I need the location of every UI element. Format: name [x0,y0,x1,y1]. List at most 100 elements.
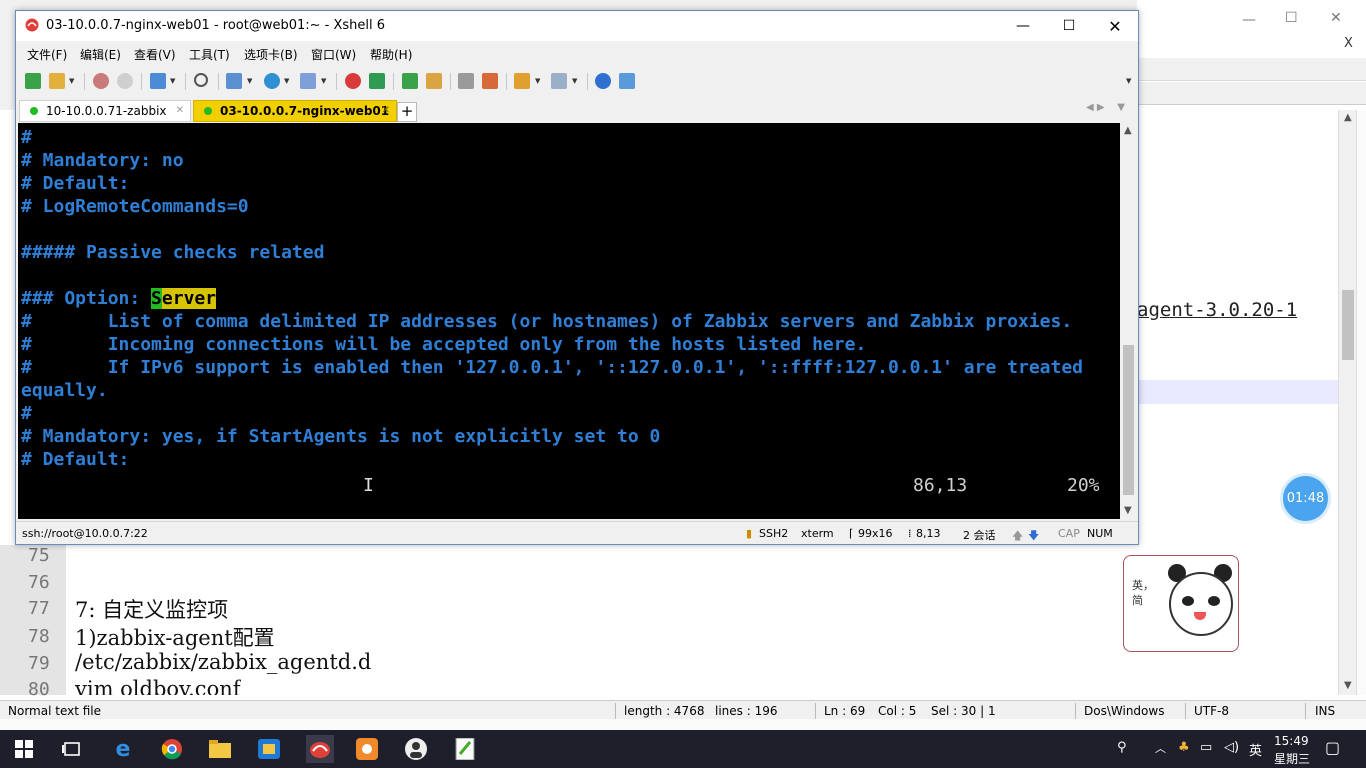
window-layout-icon[interactable] [551,73,567,89]
scroll-up-icon[interactable]: ▲ [1344,112,1352,123]
bg-line-gutter: 75 76 77 78 79 80 [0,545,66,700]
menu-view[interactable]: 查看(V) [134,46,176,63]
bg-agent-link-text: agent-3.0.20-1 [1137,299,1298,321]
open-folder-icon[interactable] [49,73,65,89]
layout-icon[interactable] [226,73,242,89]
chevron-down-icon[interactable]: ▼ [170,77,175,85]
keyboard-icon[interactable] [458,73,474,89]
app-orange-icon[interactable] [355,738,379,760]
windows-taskbar: e ⚲ ︿ ♣ ▭ ◁) 英 ▢ [0,730,1366,768]
chrome-icon[interactable] [160,738,184,760]
terminal-scrollbar[interactable]: ▲ ▼ [1120,123,1137,519]
app-blue-folder-icon[interactable] [257,738,281,760]
chevron-down-icon[interactable]: ▼ [69,77,74,85]
chevron-down-icon[interactable]: ▼ [572,77,577,85]
fullscreen-icon[interactable] [402,73,418,89]
notification-icon[interactable]: ▢ [1325,738,1340,757]
line-number: 77 [28,598,50,619]
close-button[interactable]: ✕ [1092,11,1138,41]
toolbar-separator [336,73,337,90]
status-protocol: SSH2 [759,527,789,540]
bg-doc-close-icon[interactable]: X [1344,36,1353,51]
xshell-icon[interactable] [345,73,361,89]
xshell-taskbar-icon[interactable] [306,735,334,763]
properties-icon[interactable] [150,73,166,89]
reconnect-icon[interactable] [117,73,133,89]
scroll-down-icon[interactable]: ▼ [1344,680,1352,691]
globe-icon[interactable] [264,73,280,89]
panda-eye [1208,596,1220,606]
status-separator [615,703,616,719]
menu-window[interactable]: 窗口(W) [311,46,356,63]
menu-file[interactable]: 文件(F) [27,46,67,63]
bg-minimize-button[interactable]: — [1242,12,1256,28]
scroll-up-icon[interactable]: ▲ [1124,125,1132,136]
disconnect-icon[interactable] [93,73,109,89]
panda-ime-sticker[interactable]: 英，简 [1123,555,1239,652]
bg-current-line-highlight [1137,380,1338,404]
chat-icon[interactable] [619,73,635,89]
scroll-down-icon[interactable]: ▼ [1124,505,1132,516]
status-cap: CAP [1058,527,1080,540]
font-icon[interactable] [300,73,316,89]
task-view-icon[interactable] [60,738,84,760]
ime-indicator[interactable]: 英 [1249,740,1262,759]
notepad-plus-plus-icon[interactable] [453,738,477,760]
terminal-screen[interactable]: # # Mandatory: no # Default: # LogRemote… [18,123,1120,519]
bg-vertical-scrollbar[interactable]: ▲ ▼ [1338,110,1357,695]
edge-browser-icon[interactable]: e [111,737,135,762]
bg-scroll-thumb[interactable] [1342,290,1354,360]
close-icon[interactable]: ✕ [176,105,184,116]
tab-nginx-web01-session[interactable]: 03-10.0.0.7-nginx-web01 ✕ [193,100,397,122]
tab-scroll-arrows[interactable]: ◀ ▶ ▼ [1086,102,1125,113]
people-icon[interactable]: ⚲ [1117,740,1127,755]
tab-zabbix-session[interactable]: 10-10.0.0.71-zabbix ✕ [19,100,191,122]
clock-time[interactable]: 15:49 [1274,734,1309,748]
terminal-line: # List of comma delimited IP addresses (… [21,311,1073,332]
xshell-title-bar[interactable]: 03-10.0.0.7-nginx-web01 - root@web01:~ -… [16,11,1138,41]
network-icon[interactable]: ▭ [1200,740,1212,755]
volume-icon[interactable]: ◁) [1224,740,1239,755]
maximize-button[interactable]: ☐ [1046,11,1092,41]
code-line: 1)zabbix-agent配置 [75,626,275,650]
chevron-down-icon[interactable]: ▼ [321,77,326,85]
chevron-down-icon[interactable]: ▼ [1126,77,1131,85]
status-connection: ssh://root@10.0.0.7:22 [22,527,148,540]
code-line: 7: 自定义监控项 [75,598,229,622]
highlight-icon[interactable] [482,73,498,89]
add-tab-button[interactable]: + [397,102,417,122]
search-icon[interactable] [194,73,208,87]
status-sel: Sel : 30 | 1 [931,704,996,718]
menu-edit[interactable]: 编辑(E) [80,46,121,63]
add-folder-icon[interactable] [514,73,530,89]
menu-help[interactable]: 帮助(H) [370,46,412,63]
line-number: 80 [28,679,50,700]
bg-maximize-button[interactable]: ☐ [1285,10,1298,26]
chevron-down-icon[interactable]: ▼ [535,77,540,85]
terminal-scroll-thumb[interactable] [1123,345,1134,495]
minimize-button[interactable]: — [1000,11,1046,41]
file-explorer-icon[interactable] [208,738,232,760]
chevron-up-icon[interactable]: ︿ [1155,740,1166,756]
tray-app-icon[interactable]: ♣ [1178,740,1190,755]
start-icon[interactable] [12,738,36,760]
timer-bubble[interactable]: 01:48 [1283,476,1328,521]
lock-icon[interactable] [426,73,442,89]
xftp-icon[interactable] [369,73,385,89]
arrow-down-icon[interactable]: 🡇 [1028,527,1039,546]
chevron-down-icon[interactable]: ▼ [247,77,252,85]
clock-day[interactable]: 星期三 [1274,750,1310,767]
code-line: vim oldboy.conf [75,677,241,695]
line-number: 78 [28,626,50,647]
app-avatar-icon[interactable] [404,738,428,760]
chevron-down-icon[interactable]: ▼ [284,77,289,85]
help-icon[interactable] [595,73,611,89]
status-eol: Dos\Windows [1084,704,1165,718]
arrow-up-icon[interactable]: 🡅 [1012,527,1023,546]
bg-close-button[interactable]: ✕ [1330,10,1342,26]
new-session-icon[interactable] [25,73,41,89]
menu-tabs[interactable]: 选项卡(B) [244,46,298,63]
status-sessions: 2 会话 [963,529,996,542]
menu-tools[interactable]: 工具(T) [189,46,230,63]
close-icon[interactable]: ✕ [382,105,390,116]
